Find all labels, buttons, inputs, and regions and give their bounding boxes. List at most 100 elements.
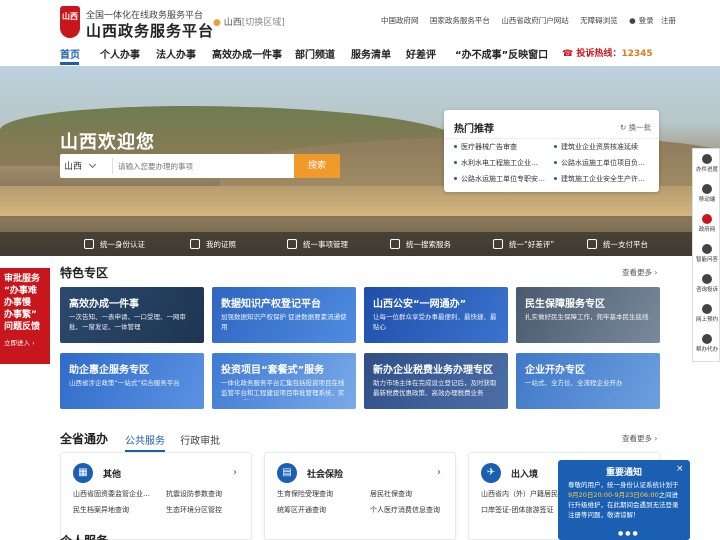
tool-progress[interactable]: 办件进度 [693,151,720,177]
chevron-down-icon [88,160,97,169]
service-link[interactable]: 生育保险受理查询 [277,489,333,499]
tool-appointment[interactable]: 网上预约 [693,301,720,327]
card-title: 投资项目“套餐式”服务 [221,365,325,376]
quick-unified-search[interactable]: 统一搜索服务 [390,237,451,250]
hot-recommend-panel: 热门推荐 ↻ 换一批 医疗器械广告审查 建筑业企业资质核准延续 水利水电工程施工… [444,110,659,192]
card-name[interactable]: 其他 [103,467,121,480]
service-link[interactable]: 民生档案异地查询 [73,505,129,515]
tool-smart-qa[interactable]: 智能问答 [693,241,720,267]
service-link[interactable]: 山西省固资委监管企业… [73,489,150,499]
hot-item[interactable]: 医疗器械广告审查 [454,142,550,152]
hot-item[interactable]: 建筑业企业资质核准延续 [554,142,650,152]
notice-text: 尊敬的用户，统一身份认证系统计划于 [568,481,679,489]
quick-label: 统一支付平台 [603,240,648,249]
featured-card[interactable]: 山西公安“一网通办” 让每一位群众享受办事最便利、最快捷、最贴心 [364,287,508,343]
link-china-gov[interactable]: 中国政府网 [381,16,419,25]
featured-card[interactable]: 企业开办专区 一站式、全方位、全流程企业开办 [516,353,660,409]
promo-line: 办事慢 [4,298,32,308]
login-link[interactable]: 登录 [639,16,654,25]
nav-efficient-one-thing[interactable]: 高效办成一件事 [212,46,282,61]
tool-label: 网上预约 [695,317,718,323]
hot-item[interactable]: 水利水电工程施工企业… [454,158,550,168]
service-link[interactable]: 统筹区开通查询 [277,505,326,515]
link-accessibility[interactable]: 无障碍浏览 [580,16,618,25]
card-name[interactable]: 出入境 [511,467,538,480]
insurance-icon: ▤ [277,463,297,483]
featured-card[interactable]: 民生保障服务专区 扎实做好民生保障工作，兜牢基本民生底线 [516,287,660,343]
location-switcher[interactable]: ● 山西[切换区域] [213,15,285,28]
service-link[interactable]: 生态环境分区管控 [166,505,222,515]
featured-card[interactable]: 高效办成一件事 一次告知、一表申请、一口受理、一网审批、一窗发证、一体管理 [60,287,204,343]
tool-assist[interactable]: 帮办代办 [693,331,720,357]
service-link[interactable]: 口岸签证-团体旅游签证 [481,505,554,515]
card-title: 新办企业税费业务办理专区 [373,365,493,376]
switch-region-link[interactable]: [切换区域] [242,18,285,28]
search-button[interactable]: 搜索 [294,154,340,178]
featured-more-link[interactable]: 查看更多 › [622,267,657,278]
province-title: 全省通办 [60,432,109,446]
feedback-promo[interactable]: 审批服务 “办事难 办事慢 办事繁” 问题反馈 立即进入 › [0,268,50,364]
tool-label: 帮办代办 [695,347,718,353]
nav-personal[interactable]: 个人办事 [100,46,140,61]
hot-item[interactable]: 建筑施工企业安全生产许… [554,174,650,184]
logo-title[interactable]: 山西政务服务平台 [86,20,214,41]
featured-card[interactable]: 数据知识产权登记平台 加强数据知识产权保护 促进数据要素流通使用 [212,287,356,343]
notice-title: 重要通知 [605,468,642,478]
chevron-right-icon[interactable]: › [233,467,237,478]
search-box: 山西 搜索 [60,154,340,178]
mobile-icon [702,184,712,194]
close-icon[interactable]: × [676,464,684,474]
hot-item[interactable]: 公路水运施工单位项目负… [554,158,650,168]
quick-item-management[interactable]: 统一事项管理 [287,237,348,250]
link-national-platform[interactable]: 国家政务服务平台 [430,16,490,25]
tab-admin-approval[interactable]: 行政审批 [180,436,220,447]
tool-gov-site[interactable]: 政府网 [693,211,720,237]
nav-service-list[interactable]: 服务清单 [351,46,391,61]
nav-feedback-window[interactable]: “办不成事”反映窗口 [455,46,548,61]
hotline-number: 12345 [621,49,653,59]
card-title: 企业开办专区 [525,365,585,376]
service-link[interactable]: 个人医疗消费信息查询 [370,505,440,515]
carousel-dots[interactable]: ●●● [618,530,640,537]
phone-icon: ☎ [562,49,577,59]
service-link[interactable]: 居民社保查询 [370,489,412,499]
quick-evaluation[interactable]: 统一“好差评” [493,237,554,250]
region-select[interactable]: 山西 [64,159,97,172]
featured-card[interactable]: 投资项目“套餐式”服务 一体化政务服务平台汇集包括投资项目在线监管平台和工程建设项… [212,353,356,409]
nav-departments[interactable]: 部门频道 [295,46,335,61]
nav-evaluation[interactable]: 好差评 [406,46,436,61]
card-title: 山西公安“一网通办” [373,299,467,310]
service-link[interactable]: 抗震设防参数查询 [166,489,222,499]
tool-consult[interactable]: 咨询投诉 [693,271,720,297]
notice-highlight: 9月20日20:00-9月23日06:00 [568,491,659,499]
quick-identity-auth[interactable]: 统一身份认证 [84,237,145,250]
province-more-link[interactable]: 查看更多 › [622,433,657,444]
quick-my-licenses[interactable]: 我的证照 [190,237,236,250]
chevron-right-icon[interactable]: › [437,467,441,478]
promo-line: 办事繁” [4,310,37,320]
header: 山西 全国一体化在线政务服务平台 山西政务服务平台 ● 山西[切换区域] 中国政… [0,0,720,42]
quick-payment[interactable]: 统一支付平台 [587,237,648,250]
card-desc: 一次告知、一表申请、一口受理、一网审批、一窗发证、一体管理 [69,313,186,331]
tool-label: 移动端 [698,197,716,203]
link-shanxi-gov[interactable]: 山西省政府门户网站 [501,16,569,25]
top-links: 中国政府网 国家政务服务平台 山西省政府门户网站 无障碍浏览 ● 登录 注册 [381,15,685,26]
featured-card[interactable]: 助企惠企服务专区 山西省涉企政策“一站式”综合服务平台 [60,353,204,409]
search-input[interactable] [118,158,288,174]
featured-card[interactable]: 新办企业税费业务办理专区 助力市场主体在完成设立登记后，及时获取最新税费优惠政策、… [364,353,508,409]
tool-mobile[interactable]: 移动端 [693,181,720,207]
nav-legal-person[interactable]: 法人办事 [156,46,196,61]
register-link[interactable]: 注册 [661,16,676,25]
tab-public-services[interactable]: 公共服务 [125,436,165,452]
promo-enter-link[interactable]: 立即进入 › [4,337,46,349]
nav-home[interactable]: 首页 [60,46,80,61]
location-pin-icon: ● [213,18,221,28]
card-title: 数据知识产权登记平台 [221,299,321,310]
hot-item[interactable]: 公路水运施工单位专职安… [454,174,550,184]
change-batch-button[interactable]: ↻ 换一批 [620,122,651,133]
complaint-hotline: ☎ 投诉热线：12345 [562,46,653,59]
logo-badge[interactable]: 山西 [60,6,80,38]
card-name[interactable]: 社会保险 [307,467,343,480]
card-desc: 山西省涉企政策“一站式”综合服务平台 [69,379,180,387]
service-link[interactable]: 山西省内（外）户籍居民… [481,489,565,499]
